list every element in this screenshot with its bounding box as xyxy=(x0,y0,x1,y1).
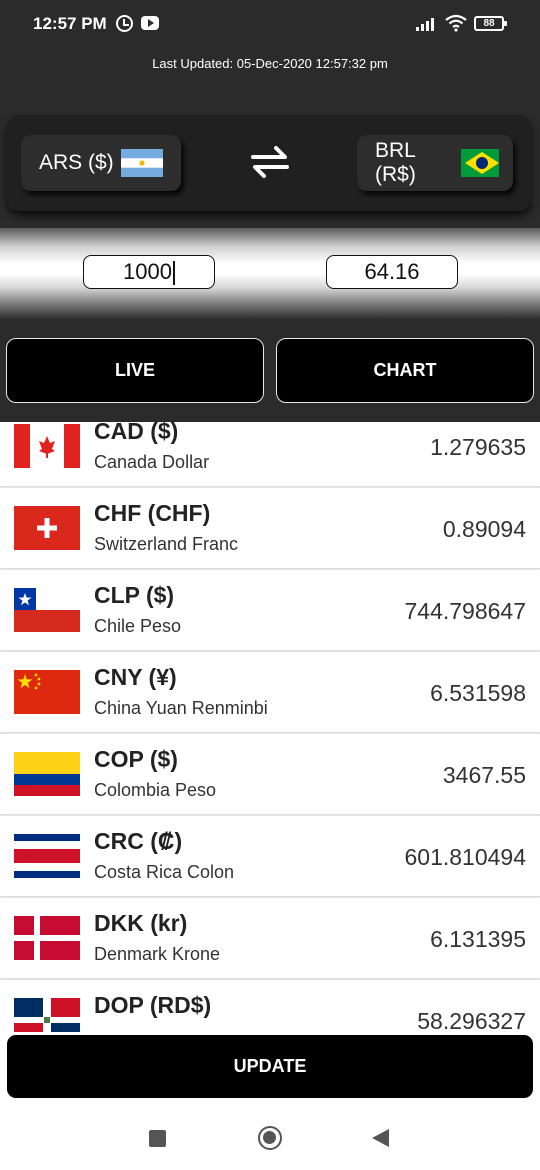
to-amount-field[interactable]: 64.16 xyxy=(326,255,458,289)
switzerland-flag-icon xyxy=(14,506,80,550)
from-currency-label: ARS ($) xyxy=(39,151,114,174)
currency-code: DKK (kr) xyxy=(94,910,188,936)
costa-rica-flag-icon xyxy=(14,834,80,878)
currency-selector-panel: ARS ($) BRL (R$) xyxy=(7,115,531,211)
currency-rate: 0.89094 xyxy=(442,516,526,542)
list-item[interactable]: DKK (kr) Denmark Krone 6.131395 xyxy=(0,898,540,978)
currency-code: CRC (₡) xyxy=(94,828,183,854)
currency-code: CLP ($) xyxy=(94,582,175,608)
back-icon[interactable] xyxy=(372,1129,389,1147)
conversion-strip: 1000 64.16 xyxy=(0,228,540,320)
to-currency-button[interactable]: BRL (R$) xyxy=(357,135,513,191)
currency-name: Colombia Peso xyxy=(94,780,217,800)
currency-code: CHF (CHF) xyxy=(94,500,211,526)
currency-rate: 3467.55 xyxy=(442,762,526,788)
currency-code: DOP (RD$) xyxy=(94,992,212,1018)
chile-flag-icon xyxy=(14,588,80,632)
currency-name: China Yuan Renminbi xyxy=(94,698,268,718)
currency-rate: 601.810494 xyxy=(404,844,526,870)
from-currency-button[interactable]: ARS ($) xyxy=(21,135,181,191)
battery-icon: 88 xyxy=(474,16,507,31)
currency-name: Denmark Krone xyxy=(94,944,221,964)
recent-apps-icon[interactable] xyxy=(149,1130,166,1147)
list-item[interactable]: COP ($) Colombia Peso 3467.55 xyxy=(0,734,540,814)
currency-rate: 744.798647 xyxy=(404,598,526,624)
list-item[interactable]: CHF (CHF) Switzerland Franc 0.89094 xyxy=(0,488,540,568)
currency-name: Chile Peso xyxy=(94,616,182,636)
text-cursor xyxy=(172,261,175,286)
currency-code: CNY (¥) xyxy=(94,664,177,690)
currency-rate: 6.131395 xyxy=(430,926,526,952)
tab-chart[interactable]: CHART xyxy=(276,338,534,403)
from-amount-input[interactable]: 1000 xyxy=(83,255,215,289)
from-amount-value: 1000 xyxy=(123,259,172,284)
alarm-icon xyxy=(116,15,133,32)
list-item[interactable]: CAD ($) Canada Dollar 1.279635 xyxy=(0,422,540,486)
list-item[interactable]: CRC (₡) Costa Rica Colon 601.810494 xyxy=(0,816,540,896)
tab-live[interactable]: LIVE xyxy=(6,338,264,403)
rates-list[interactable]: CAD ($) Canada Dollar 1.279635 CHF (CHF)… xyxy=(0,422,540,1032)
currency-code: COP ($) xyxy=(94,746,178,772)
argentina-flag-icon xyxy=(120,149,163,177)
swap-arrows-icon[interactable] xyxy=(247,143,293,181)
wifi-icon xyxy=(445,14,467,32)
currency-name: Canada Dollar xyxy=(94,452,210,472)
colombia-flag-icon xyxy=(14,752,80,796)
home-icon[interactable] xyxy=(258,1126,282,1150)
brazil-flag-icon xyxy=(460,149,499,177)
to-amount-value: 64.16 xyxy=(364,259,420,284)
youtube-icon xyxy=(141,16,159,30)
status-time: 12:57 PM xyxy=(33,14,107,33)
currency-name: Switzerland Franc xyxy=(94,534,239,554)
navigation-bar xyxy=(0,1105,540,1170)
list-item[interactable]: CLP ($) Chile Peso 744.798647 xyxy=(0,570,540,650)
last-updated-text: Last Updated: 05-Dec-2020 12:57:32 pm xyxy=(152,56,388,71)
to-currency-label: BRL (R$) xyxy=(375,139,416,186)
signal-icon xyxy=(416,17,438,31)
canada-flag-icon xyxy=(14,424,80,468)
currency-name: Costa Rica Colon xyxy=(94,862,235,882)
currency-rate: 6.531598 xyxy=(430,680,526,706)
status-bar: 12:57 PM 88 xyxy=(0,0,540,48)
currency-code: CAD ($) xyxy=(94,422,179,444)
update-button[interactable]: UPDATE xyxy=(7,1035,533,1098)
currency-rate: 1.279635 xyxy=(430,434,526,460)
dominican-republic-flag-icon xyxy=(14,998,80,1032)
currency-rate: 58.296327 xyxy=(417,1008,526,1032)
list-item[interactable]: DOP (RD$) 58.296327 xyxy=(0,980,540,1032)
list-item[interactable]: CNY (¥) China Yuan Renminbi 6.531598 xyxy=(0,652,540,732)
denmark-flag-icon xyxy=(14,916,80,960)
china-flag-icon xyxy=(14,670,80,714)
